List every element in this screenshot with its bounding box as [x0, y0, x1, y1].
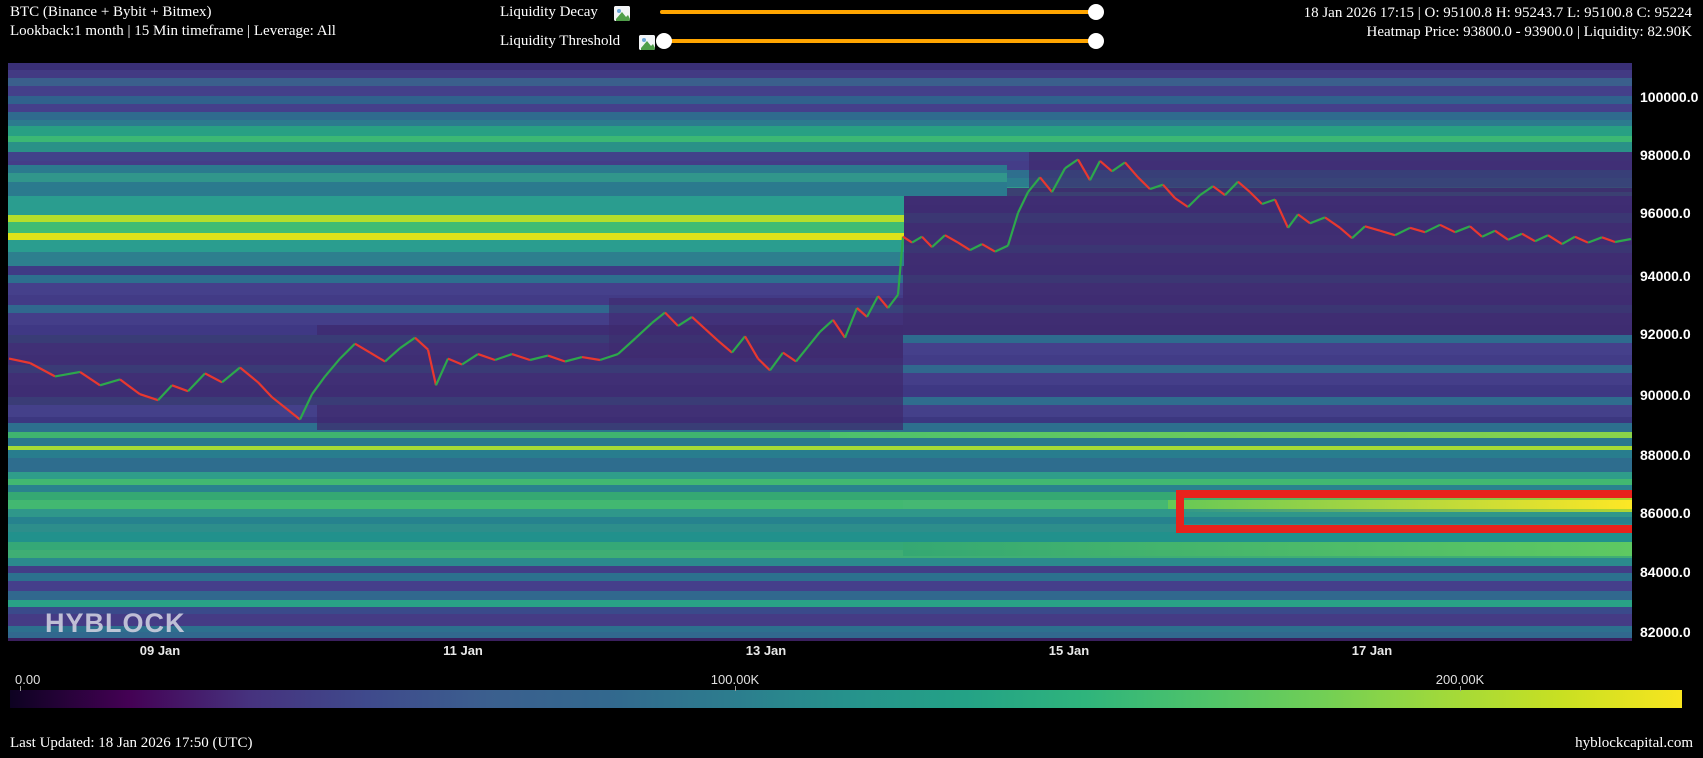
- ohlc-readout: 18 Jan 2026 17:15 | O: 95100.8 H: 95243.…: [1304, 5, 1692, 22]
- price-axis-label: 86000.0: [1640, 505, 1691, 521]
- top-bar: BTC (Binance + Bybit + Bitmex) Lookback:…: [0, 0, 1703, 60]
- colorbar-tick: [1460, 686, 1461, 691]
- price-axis-label: 82000.0: [1640, 624, 1691, 640]
- colorbar-tick: [20, 686, 21, 691]
- price-axis-label: 84000.0: [1640, 564, 1691, 580]
- colorbar-tick: [735, 686, 736, 691]
- date-axis-label: 15 Jan: [1049, 643, 1089, 658]
- colorbar-scale-label: 200.00K: [1436, 672, 1484, 687]
- hyblock-watermark: HYBLOCK: [45, 608, 186, 639]
- liquidity-decay-thumb[interactable]: [1088, 4, 1104, 20]
- liquidity-decay-label: Liquidity Decay: [500, 4, 598, 21]
- date-axis-label: 13 Jan: [746, 643, 786, 658]
- liquidity-threshold-label: Liquidity Threshold: [500, 33, 620, 50]
- colorbar-scale-label: 0.00: [15, 672, 40, 687]
- liquidity-threshold-max-thumb[interactable]: [1088, 33, 1104, 49]
- liquidity-colorbar: [10, 690, 1682, 708]
- price-axis-label: 90000.0: [1640, 387, 1691, 403]
- date-axis-label: 17 Jan: [1352, 643, 1392, 658]
- price-axis-label: 92000.0: [1640, 326, 1691, 342]
- candlestick-price-series: [8, 63, 1632, 641]
- liquidity-threshold-min-thumb[interactable]: [656, 33, 672, 49]
- liquidity-threshold-row: Liquidity Threshold: [0, 33, 1110, 51]
- price-axis-label: 88000.0: [1640, 447, 1691, 463]
- date-axis-label: 11 Jan: [443, 643, 483, 658]
- liquidity-threshold-track[interactable]: [668, 39, 1097, 43]
- snapshot-image-icon[interactable]: [614, 6, 630, 21]
- date-axis-label: 09 Jan: [140, 643, 180, 658]
- colorbar-scale-label: 100.00K: [711, 672, 759, 687]
- website-link[interactable]: hyblockcapital.com: [1575, 735, 1693, 752]
- liquidity-decay-track[interactable]: [660, 10, 1097, 14]
- last-updated-text: Last Updated: 18 Jan 2026 17:50 (UTC): [10, 735, 252, 752]
- price-axis-label: 96000.0: [1640, 205, 1691, 221]
- price-axis-label: 100000.0: [1640, 89, 1698, 105]
- heatmap-readout: Heatmap Price: 93800.0 - 93900.0 | Liqui…: [1367, 24, 1692, 41]
- price-axis-label: 94000.0: [1640, 268, 1691, 284]
- hyblock-liquidation-heatmap-app: BTC (Binance + Bybit + Bitmex) Lookback:…: [0, 0, 1703, 758]
- price-axis-label: 98000.0: [1640, 147, 1691, 163]
- snapshot-image-icon[interactable]: [639, 35, 655, 50]
- liquidity-decay-row: Liquidity Decay: [0, 4, 1110, 22]
- heatmap-canvas[interactable]: HYBLOCK: [8, 63, 1632, 641]
